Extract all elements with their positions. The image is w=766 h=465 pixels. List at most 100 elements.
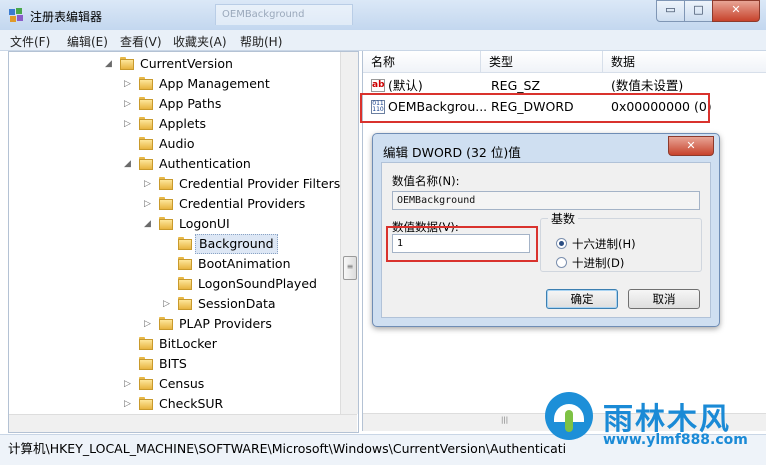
highlight-frame-data <box>386 226 538 262</box>
tree-node[interactable]: ▷ Credential Providers <box>9 194 339 214</box>
column-header-data[interactable]: 数据 <box>603 51 766 73</box>
expand-toggle-icon[interactable]: ▷ <box>144 194 154 214</box>
tree-node[interactable]: Audio <box>9 134 339 154</box>
tree-node[interactable]: ◢ LogonUI <box>9 214 339 234</box>
expand-toggle-icon[interactable]: ◢ <box>144 214 154 234</box>
folder-icon <box>139 137 153 150</box>
tree-node[interactable]: BootAnimation <box>9 254 339 274</box>
tree-node-label: BITS <box>159 356 187 371</box>
folder-icon <box>139 97 153 110</box>
tree-node-label: Applets <box>159 116 206 131</box>
folder-icon <box>139 357 153 370</box>
expand-toggle-icon[interactable]: ▷ <box>163 294 173 314</box>
tree-node[interactable]: ▷ CheckSUR <box>9 394 339 414</box>
close-button[interactable]: ✕ <box>712 0 760 22</box>
tree-node[interactable]: ▷ SessionData <box>9 294 339 314</box>
dialog-title: 编辑 DWORD (32 位)值 <box>383 145 521 160</box>
registry-editor-window: 注册表编辑器 OEMBackground ▭ □ ✕ 文件(F) 编辑(E) 查… <box>0 0 766 465</box>
tree-node[interactable]: ▷ Applets <box>9 114 339 134</box>
folder-icon <box>139 157 153 170</box>
dialog-close-button[interactable]: ✕ <box>668 136 714 156</box>
menu-file[interactable]: 文件(F) <box>10 33 50 50</box>
base-label: 基数 <box>548 210 579 227</box>
expand-toggle-icon[interactable]: ▷ <box>124 114 134 134</box>
tree-node[interactable]: ◢ CurrentVersion <box>9 54 339 74</box>
value-name-label: 数值名称(N): <box>392 174 460 188</box>
folder-icon <box>139 377 153 390</box>
tree-node-label: PLAP Providers <box>179 316 272 331</box>
expand-toggle-icon[interactable]: ▷ <box>144 174 154 194</box>
folder-icon <box>139 117 153 130</box>
tree-node-label: LogonSoundPlayed <box>198 276 317 291</box>
tree-node[interactable]: LogonSoundPlayed <box>9 274 339 294</box>
current-key-path: 计算机\HKEY_LOCAL_MACHINE\SOFTWARE\Microsof… <box>8 441 567 456</box>
tree-node-label: Background <box>195 234 278 254</box>
tree-node[interactable]: ▷ Census <box>9 374 339 394</box>
menu-edit[interactable]: 编辑(E) <box>67 33 108 50</box>
folder-icon <box>178 257 192 270</box>
tree-vertical-scrollbar[interactable]: ≡ <box>340 52 358 414</box>
hex-radio[interactable] <box>556 238 567 249</box>
tree-node[interactable]: ▷ App Management <box>9 74 339 94</box>
umbrella-logo-icon <box>545 392 593 440</box>
tree-node-label: LogonUI <box>179 216 230 231</box>
tree-node-label: SessionData <box>198 296 276 311</box>
scroll-grip-icon[interactable]: ||| <box>501 416 513 427</box>
tree-node-label: Census <box>159 376 205 391</box>
column-header-name[interactable]: 名称 <box>363 51 481 73</box>
tree-node[interactable]: Background <box>9 234 339 254</box>
menu-favorites[interactable]: 收藏夹(A) <box>173 33 227 50</box>
string-value-icon: ab <box>371 79 385 92</box>
tree-node-label: BootAnimation <box>198 256 291 271</box>
tree-node-label: BitLocker <box>159 336 217 351</box>
cancel-button[interactable]: 取消 <box>628 289 700 309</box>
registry-app-icon <box>9 8 23 22</box>
folder-icon <box>159 317 173 330</box>
expand-toggle-icon[interactable]: ◢ <box>105 54 115 74</box>
watermark-logo: 雨林木风 www.ylmf888.com <box>545 392 766 464</box>
tree-node-label: CurrentVersion <box>140 56 233 71</box>
tree-node[interactable]: ▷ Credential Provider Filters <box>9 174 341 194</box>
folder-icon <box>178 237 192 250</box>
decimal-radio-label[interactable]: 十进制(D) <box>572 255 624 271</box>
maximize-button[interactable]: □ <box>684 0 713 22</box>
expand-toggle-icon[interactable]: ▷ <box>124 74 134 94</box>
tree-node[interactable]: BitLocker <box>9 334 339 354</box>
key-tree-pane[interactable]: ◢ CurrentVersion ▷ App Management ▷ App Paths… <box>8 51 359 433</box>
folder-icon <box>178 277 192 290</box>
tree-node-label: CheckSUR <box>159 396 224 411</box>
tree-horizontal-scrollbar[interactable] <box>9 414 357 432</box>
hex-radio-label[interactable]: 十六进制(H) <box>572 236 636 252</box>
minimize-button[interactable]: ▭ <box>656 0 685 22</box>
tree-node[interactable]: ▷ App Paths <box>9 94 339 114</box>
tree-node[interactable]: ◢ Authentication <box>9 154 339 174</box>
decimal-radio[interactable] <box>556 257 567 268</box>
folder-icon <box>159 197 173 210</box>
tree-scroll-thumb[interactable]: ≡ <box>343 256 357 280</box>
expand-toggle-icon[interactable]: ▷ <box>144 314 154 334</box>
expand-toggle-icon[interactable]: ▷ <box>124 394 134 414</box>
expand-toggle-icon[interactable]: ▷ <box>124 374 134 394</box>
expand-toggle-icon[interactable]: ▷ <box>124 94 134 114</box>
tree-node[interactable]: BITS <box>9 354 339 374</box>
tree-node-label: Authentication <box>159 156 251 171</box>
folder-icon <box>159 177 173 190</box>
menu-help[interactable]: 帮助(H) <box>240 33 282 50</box>
tree-node-label: App Management <box>159 76 270 91</box>
ok-button[interactable]: 确定 <box>546 289 618 309</box>
dialog-body: 数值名称(N): OEMBackground 数值数据(V): 1 基数 十六进… <box>381 162 711 318</box>
folder-icon <box>159 217 173 230</box>
menu-bar: 文件(F) 编辑(E) 查看(V) 收藏夹(A) 帮助(H) <box>0 30 766 51</box>
folder-icon <box>120 57 134 70</box>
menu-view[interactable]: 查看(V) <box>120 33 162 50</box>
column-header-type[interactable]: 类型 <box>481 51 603 73</box>
tree-node-label: Credential Provider Filters <box>179 176 341 191</box>
background-window-tab: OEMBackground <box>215 4 353 25</box>
tree-node[interactable]: ▷ PLAP Providers <box>9 314 339 334</box>
window-title: 注册表编辑器 <box>30 10 103 24</box>
folder-icon <box>139 397 153 410</box>
edit-dword-dialog: 编辑 DWORD (32 位)值 ✕ 数值名称(N): OEMBackgroun… <box>372 133 720 327</box>
tree-node-label: Credential Providers <box>179 196 306 211</box>
tree-node-label: Audio <box>159 136 195 151</box>
expand-toggle-icon[interactable]: ◢ <box>124 154 134 174</box>
